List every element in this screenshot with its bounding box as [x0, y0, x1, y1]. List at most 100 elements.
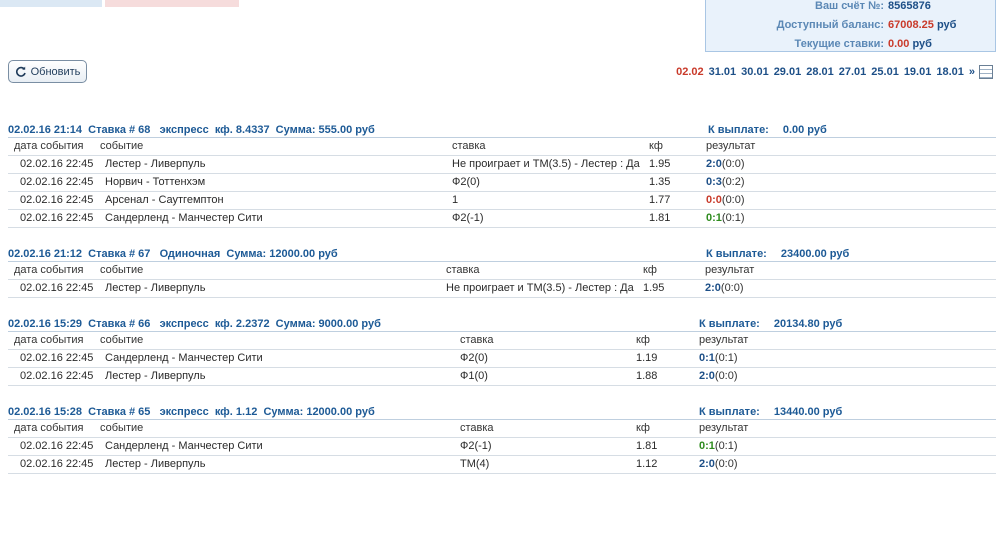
payout-value: 20134.80 руб	[773, 318, 843, 330]
bet-result: 0:0 (0:0)	[706, 192, 745, 209]
table-row: 02.02.16 22:45 Арсенал - Саутгемптон 1 1.77…	[8, 192, 996, 210]
payout-label: К выплате:	[706, 248, 767, 260]
payout-label: К выплате:	[708, 124, 769, 136]
bet-columns-header: дата события событие ставка кф результат	[8, 262, 996, 280]
bet-payout: К выплате: 0.00 руб	[708, 124, 827, 137]
column-header-kf: кф	[649, 140, 663, 152]
date-link[interactable]: 27.01	[839, 66, 867, 78]
date-more[interactable]: »	[969, 66, 975, 78]
result-score: 2:0	[705, 282, 721, 294]
column-header-bet: ставка	[460, 422, 494, 434]
event-date: 02.02.16 22:45	[20, 282, 94, 294]
event-date: 02.02.16 22:45	[20, 352, 94, 364]
column-header-event: событие	[100, 140, 144, 152]
event-name: Лестер - Ливерпуль	[105, 158, 206, 170]
payout-value: 13440.00 руб	[773, 406, 843, 418]
bet-result: 0:3 (0:2)	[706, 174, 745, 191]
payout-label: К выплате:	[699, 406, 760, 418]
result-halftime: (0:0)	[720, 282, 744, 294]
result-halftime: (0:2)	[721, 176, 745, 188]
account-number: 8565876	[888, 0, 931, 12]
column-header-date: дата события	[14, 264, 84, 276]
bet-odds: 1.12	[636, 458, 658, 470]
result-halftime: (0:1)	[721, 212, 745, 224]
result-score: 0:0	[706, 194, 722, 206]
date-current[interactable]: 02.02	[676, 66, 704, 78]
column-header-result: результат	[699, 334, 749, 346]
date-filter: 02.02 31.01 30.01 29.01 28.01 27.01 25.01 19.0…	[671, 63, 993, 81]
top-tab-left[interactable]	[0, 0, 102, 7]
event-name: Сандерленд - Манчестер Сити	[105, 440, 263, 452]
column-header-kf: кф	[643, 264, 657, 276]
event-name: Сандерленд - Манчестер Сити	[105, 212, 263, 224]
table-row: 02.02.16 22:45 Лестер - Ливерпуль Не проиг…	[8, 280, 996, 298]
date-link[interactable]: 29.01	[774, 66, 802, 78]
bet-columns-header: дата события событие ставка кф результат	[8, 420, 996, 438]
result-halftime: (0:1)	[714, 440, 738, 452]
bet-title: 02.02.16 15:28 Ставка # 65 экспресс кф. …	[8, 406, 375, 418]
account-number-label: Ваш счёт №:	[815, 0, 884, 12]
event-name: Лестер - Ливерпуль	[105, 282, 206, 294]
table-row: 02.02.16 22:45 Лестер - Ливерпуль ТМ(4) 1.1…	[8, 456, 996, 474]
current-bets-value: 0.00	[888, 38, 910, 50]
event-name: Лестер - Ливерпуль	[105, 370, 206, 382]
column-header-date: дата события	[14, 422, 84, 434]
result-score: 2:0	[699, 458, 715, 470]
balance-label: Доступный баланс:	[776, 19, 884, 31]
bet-result: 2:0 (0:0)	[705, 280, 744, 297]
bet-block: 02.02.16 21:14 Ставка # 68 экспресс кф. …	[8, 124, 996, 228]
payout-label: К выплате:	[699, 318, 760, 330]
table-row: 02.02.16 22:45 Лестер - Ливерпуль Ф1(0) 1.8…	[8, 368, 996, 386]
bet-result: 0:1 (0:1)	[706, 210, 745, 227]
date-link[interactable]: 25.01	[871, 66, 899, 78]
result-score: 0:1	[706, 212, 722, 224]
event-name: Арсенал - Саутгемптон	[105, 194, 224, 206]
bet-payout: К выплате: 13440.00 руб	[699, 406, 842, 419]
bet-odds: 1.95	[643, 282, 665, 294]
calendar-icon[interactable]	[979, 65, 993, 79]
column-header-event: событие	[100, 334, 144, 346]
current-bets-row: Текущие ставки: 0.00 руб	[706, 35, 988, 53]
bet-odds: 1.88	[636, 370, 658, 382]
top-tab-right[interactable]	[105, 0, 239, 7]
bet-header: 02.02.16 15:28 Ставка # 65 экспресс кф. …	[8, 406, 996, 420]
bet-odds: 1.95	[649, 158, 671, 170]
date-link[interactable]: 30.01	[741, 66, 769, 78]
event-date: 02.02.16 22:45	[20, 458, 94, 470]
bet-block: 02.02.16 21:12 Ставка # 67 Одиночная Сум…	[8, 248, 996, 298]
bet-type: Ф2(-1)	[460, 440, 492, 452]
bet-header: 02.02.16 21:14 Ставка # 68 экспресс кф. …	[8, 124, 996, 138]
date-link[interactable]: 31.01	[709, 66, 737, 78]
result-halftime: (0:0)	[714, 370, 738, 382]
bet-type: Ф2(-1)	[452, 212, 484, 224]
bet-type: Ф2(0)	[452, 176, 480, 188]
result-score: 2:0	[706, 158, 722, 170]
bet-block: 02.02.16 15:28 Ставка # 65 экспресс кф. …	[8, 406, 996, 474]
bet-type: Не проиграет и ТМ(3.5) - Лестер : Да	[446, 282, 634, 294]
account-panel: Ваш счёт №: 8565876 Доступный баланс: 67…	[705, 0, 996, 52]
refresh-icon	[15, 66, 26, 77]
payout-value: 23400.00 руб	[780, 248, 850, 260]
bet-odds: 1.19	[636, 352, 658, 364]
date-link[interactable]: 28.01	[806, 66, 834, 78]
result-halftime: (0:0)	[721, 158, 745, 170]
result-score: 0:1	[699, 352, 715, 364]
result-score: 0:3	[706, 176, 722, 188]
bet-title: 02.02.16 21:12 Ставка # 67 Одиночная Сум…	[8, 248, 338, 260]
refresh-label: Обновить	[30, 65, 81, 78]
bet-type: ТМ(4)	[460, 458, 490, 470]
column-header-event: событие	[100, 264, 144, 276]
table-row: 02.02.16 22:45 Сандерленд - Манчестер Сит…	[8, 210, 996, 228]
bet-header: 02.02.16 15:29 Ставка # 66 экспресс кф. …	[8, 318, 996, 332]
date-link[interactable]: 19.01	[904, 66, 932, 78]
event-date: 02.02.16 22:45	[20, 158, 94, 170]
table-row: 02.02.16 22:45 Сандерленд - Манчестер Сит…	[8, 350, 996, 368]
refresh-button[interactable]: Обновить	[8, 60, 87, 83]
column-header-result: результат	[706, 140, 756, 152]
bet-payout: К выплате: 23400.00 руб	[706, 248, 849, 261]
event-name: Сандерленд - Манчестер Сити	[105, 352, 263, 364]
date-link[interactable]: 18.01	[936, 66, 964, 78]
result-halftime: (0:1)	[714, 352, 738, 364]
bet-columns-header: дата события событие ставка кф результат	[8, 138, 996, 156]
date-list: 31.01 30.01 29.01 28.01 27.01 25.01 19.01 18.01	[704, 66, 964, 78]
